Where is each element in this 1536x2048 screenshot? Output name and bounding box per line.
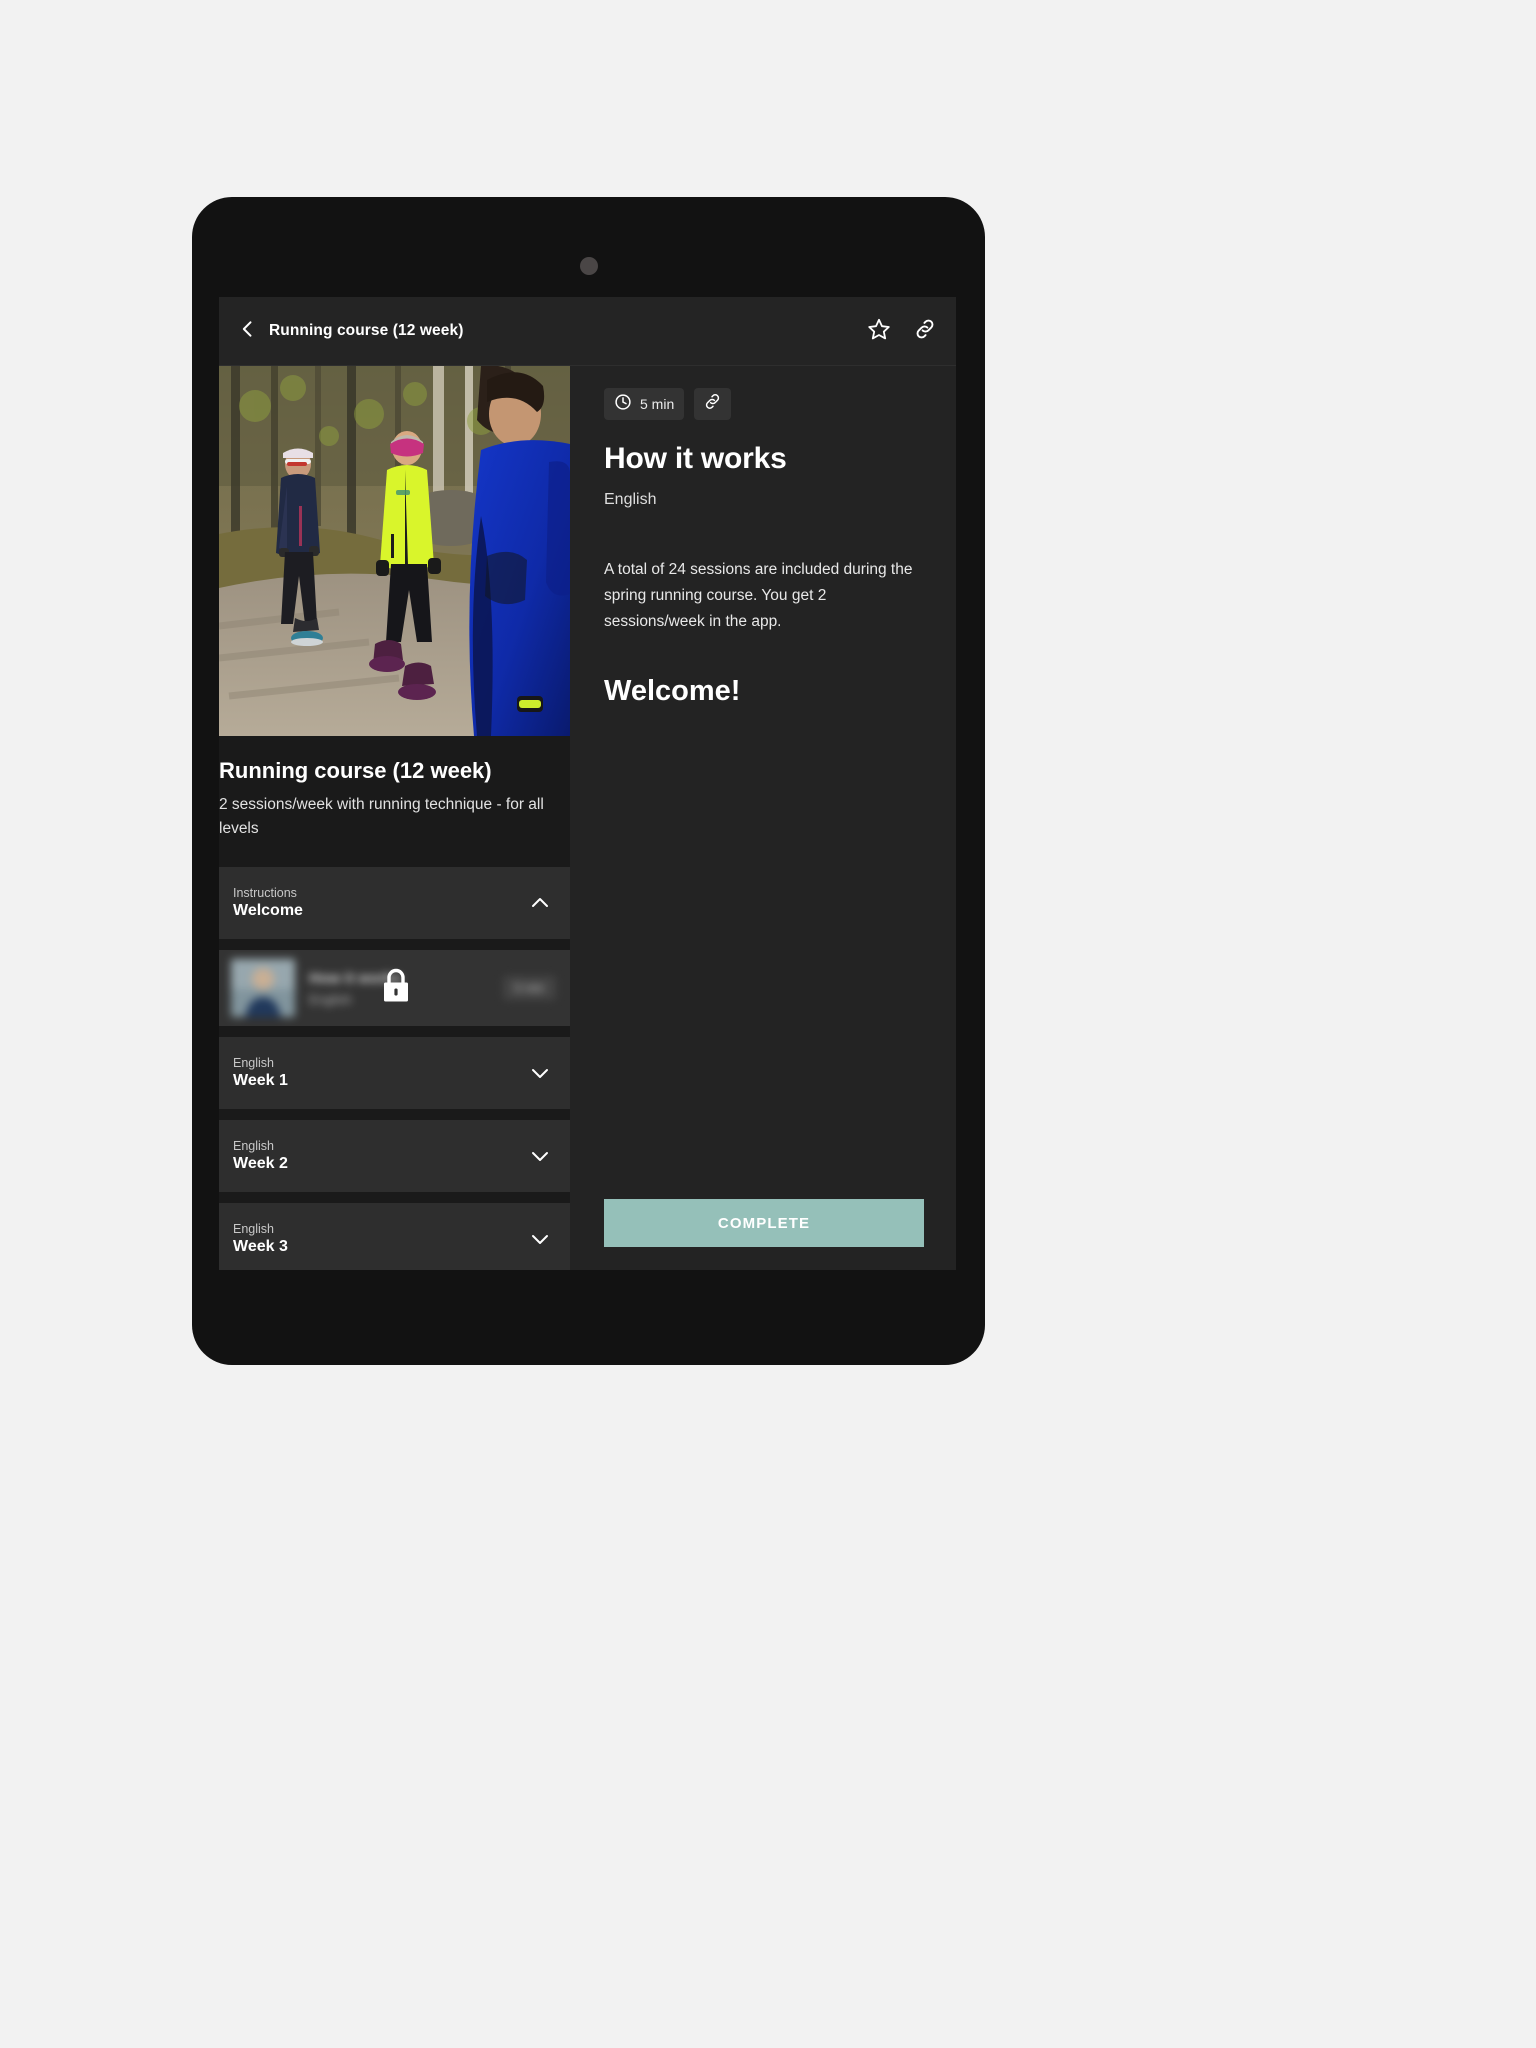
section-header-week-2[interactable]: English Week 2 (219, 1120, 570, 1193)
section-header-text: English Week 2 (233, 1139, 288, 1173)
lesson-duration-badge: 5 min (502, 976, 556, 1001)
section-eyebrow: English (233, 1222, 274, 1237)
section-eyebrow: Instructions (233, 886, 297, 901)
section-title: Week 1 (233, 1072, 288, 1090)
favorite-button[interactable] (864, 316, 894, 346)
app-bar-actions (864, 316, 940, 346)
duration-chip: 5 min (604, 388, 685, 420)
course-outline-panel: Running course (12 week) 2 sessions/week… (219, 366, 570, 1270)
front-camera (579, 257, 598, 275)
tablet-device-frame: Running course (12 week) Running course … (192, 197, 985, 1365)
chevron-left-icon (238, 319, 258, 344)
lesson-detail-language: English (604, 491, 657, 508)
duration-chip-label: 5 min (640, 396, 675, 412)
clock-icon (614, 393, 632, 416)
star-outline-icon (867, 317, 891, 346)
detail-share-button[interactable] (694, 388, 732, 420)
share-link-button[interactable] (910, 316, 940, 346)
lesson-detail-title: How it works (604, 442, 787, 475)
section-eyebrow: English (233, 1139, 274, 1154)
course-subtitle: 2 sessions/week with running technique -… (219, 796, 544, 838)
section-header-week-3[interactable]: English Week 3 (219, 1203, 570, 1270)
chevron-down-icon (528, 1061, 552, 1085)
lesson-thumbnail (231, 959, 295, 1018)
section-header-welcome[interactable]: Instructions Welcome (219, 867, 570, 940)
section-header-text: English Week 1 (233, 1056, 288, 1090)
complete-button[interactable]: COMPLETE (604, 1199, 924, 1247)
chevron-down-icon (528, 1227, 552, 1251)
lesson-detail-paragraph: A total of 24 sessions are included duri… (604, 561, 913, 631)
section-header-week-1[interactable]: English Week 1 (219, 1037, 570, 1110)
course-outline-scroll[interactable]: Running course (12 week) 2 sessions/week… (219, 366, 570, 1270)
lesson-detail-panel: 5 min How it works English A total of 24… (570, 366, 956, 1270)
course-hero-image (219, 366, 570, 736)
section-title: Week 2 (233, 1155, 288, 1173)
section-title: Welcome (233, 902, 303, 920)
chevron-up-icon (528, 891, 552, 915)
section-header-text: English Week 3 (233, 1222, 288, 1256)
link-icon (913, 317, 937, 346)
page-title: Running course (12 week) (269, 322, 464, 339)
course-section-list: Instructions Welcome How it works Englis… (219, 867, 570, 1270)
lock-icon (379, 967, 413, 1010)
section-header-text: Instructions Welcome (233, 886, 303, 920)
back-button[interactable] (231, 314, 265, 348)
lesson-detail-chips: 5 min (604, 388, 924, 420)
section-title: Week 3 (233, 1238, 288, 1256)
app-screen: Running course (12 week) Running course … (219, 297, 956, 1270)
link-icon (703, 392, 722, 416)
lesson-row-how-it-works[interactable]: How it works English 5 min (219, 950, 570, 1027)
course-title: Running course (12 week) (219, 758, 492, 783)
section-eyebrow: English (233, 1056, 274, 1071)
lesson-detail-welcome-heading: Welcome! (604, 675, 741, 708)
content-split: Running course (12 week) 2 sessions/week… (219, 366, 956, 1270)
app-bar: Running course (12 week) (219, 297, 956, 366)
chevron-down-icon (528, 1144, 552, 1168)
